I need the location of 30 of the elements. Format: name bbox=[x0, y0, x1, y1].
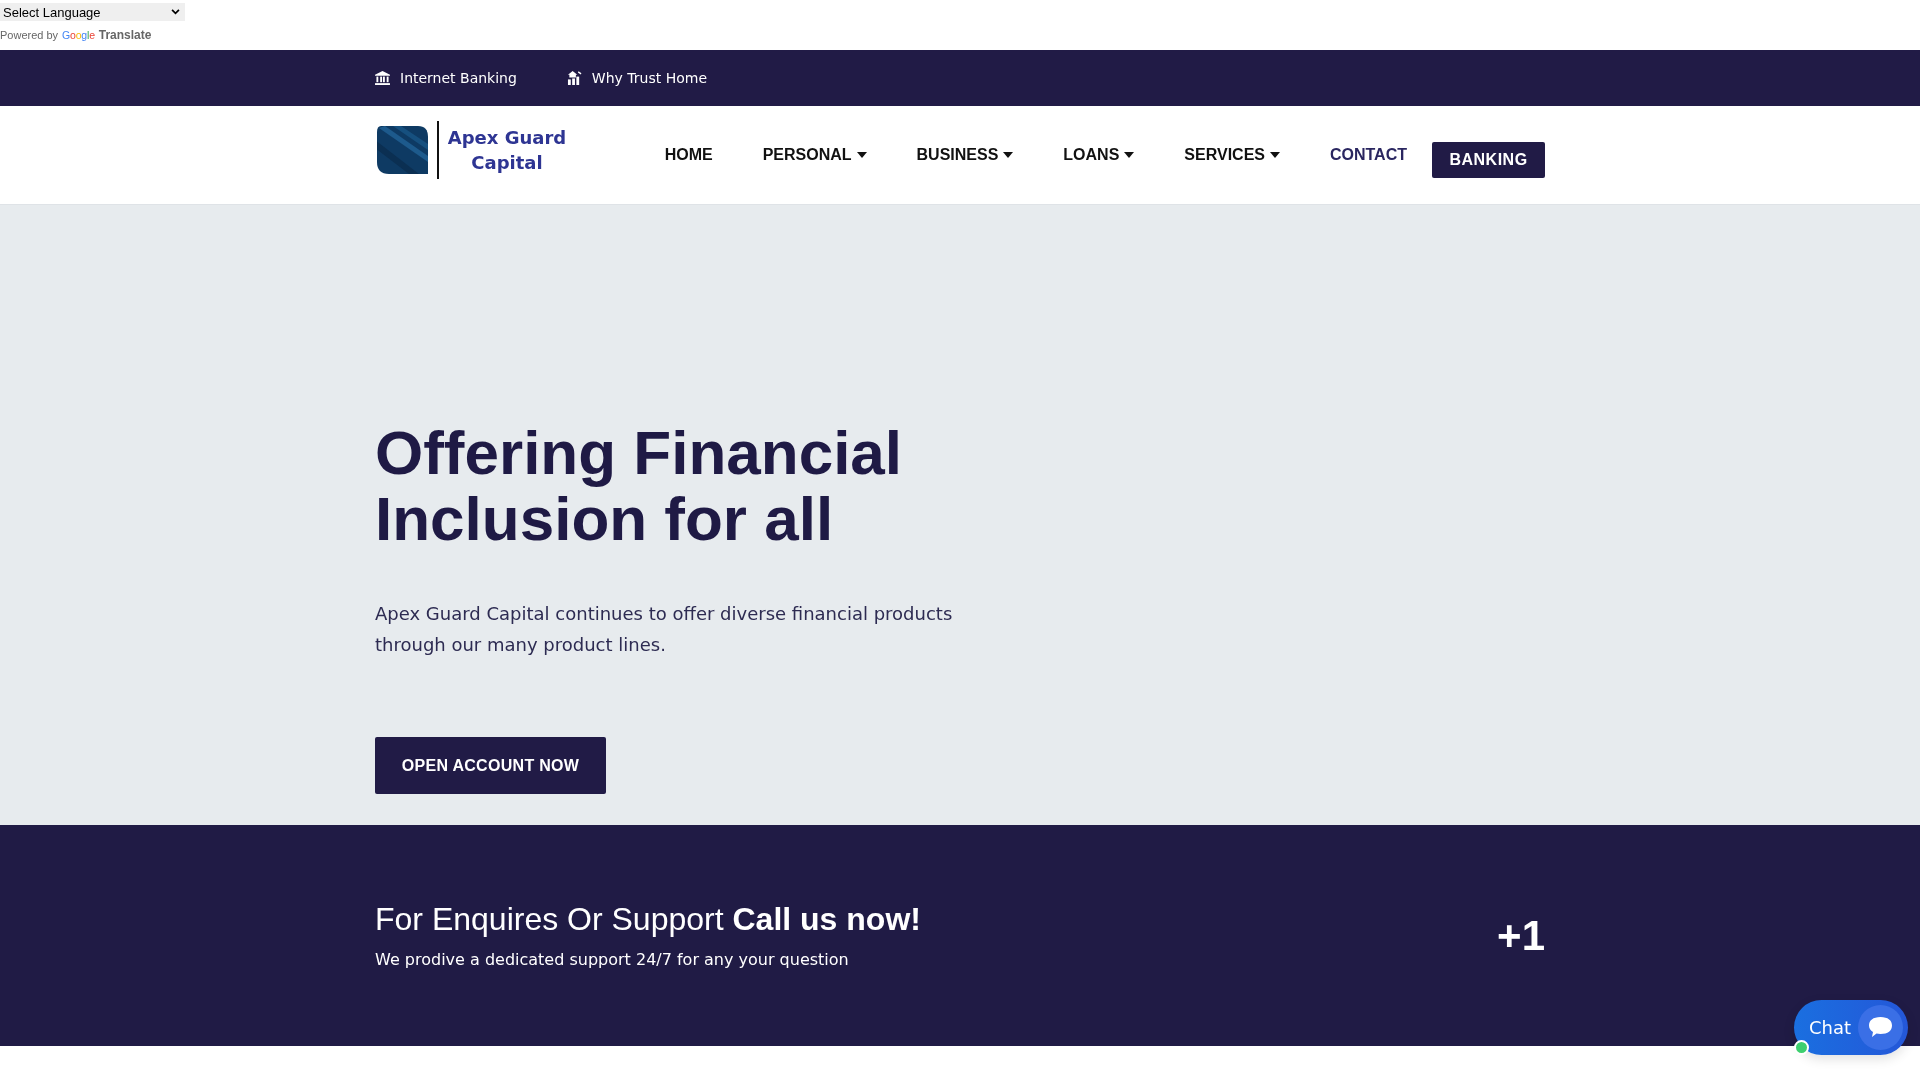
hero-paragraph: Apex Guard Capital continues to offer diverse financial products through our many product lines. bbox=[375, 602, 954, 657]
speech-bubble-icon bbox=[1858, 1005, 1903, 1050]
open-account-button[interactable]: OPEN ACCOUNT NOW bbox=[375, 737, 606, 794]
hero-heading: Offering Financial Inclusion for all bbox=[375, 420, 904, 552]
chevron-down-icon bbox=[171, 9, 180, 15]
phone-number: +1 bbox=[1497, 911, 1545, 960]
caret-icon bbox=[1269, 152, 1280, 158]
nav-link[interactable]: BUSINESS bbox=[891, 146, 1039, 164]
nav-link[interactable]: SERVICES bbox=[1159, 146, 1305, 164]
nav-link[interactable]: LOANS bbox=[1038, 146, 1160, 164]
nav-link[interactable]: PERSONAL bbox=[737, 146, 892, 164]
nav-link[interactable]: HOME bbox=[639, 146, 738, 164]
nav-link[interactable]: CONTACT bbox=[1304, 146, 1432, 164]
top-bar-link[interactable]: Why Trust Home bbox=[566, 70, 707, 86]
support-heading: For Enquires Or Support Call us now! bbox=[375, 899, 921, 938]
caret-icon bbox=[1124, 152, 1135, 158]
logo-text: Apex Guard Capital bbox=[446, 126, 568, 175]
caret-icon bbox=[1003, 152, 1014, 158]
banking-button[interactable]: BANKING bbox=[1432, 142, 1545, 178]
support-text: We prodive a dedicated support 24/7 for any your question bbox=[375, 948, 850, 971]
house-chart-icon bbox=[566, 71, 582, 85]
top-bar-link[interactable]: Internet Banking bbox=[375, 70, 517, 86]
logo-icon[interactable] bbox=[375, 126, 428, 174]
translate-link[interactable]: Translate bbox=[98, 29, 152, 42]
bank-icon bbox=[375, 71, 390, 85]
google-logo: Google bbox=[62, 29, 95, 42]
chat-button[interactable]: Chat bbox=[1794, 1000, 1908, 1055]
powered-by-label: Powered by bbox=[0, 29, 59, 42]
language-select[interactable]: Select Language bbox=[0, 3, 185, 21]
caret-icon bbox=[856, 152, 867, 158]
